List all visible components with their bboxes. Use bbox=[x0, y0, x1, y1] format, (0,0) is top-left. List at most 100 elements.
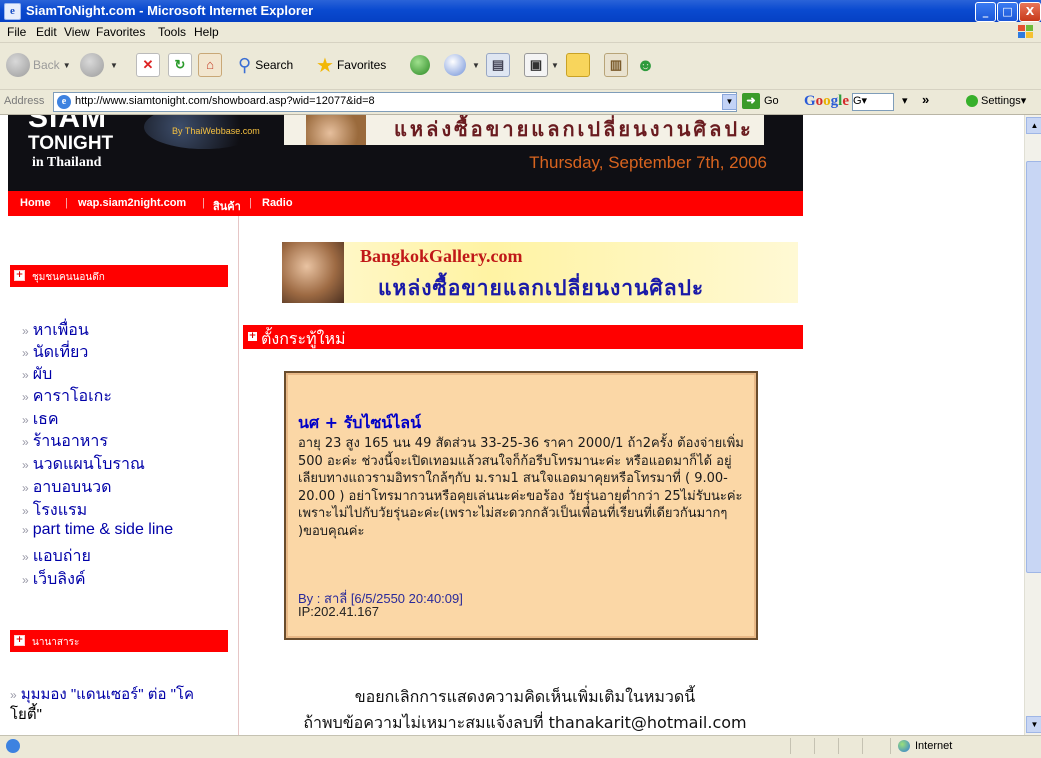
sidebar-link[interactable]: » นวดแผนโบราณ bbox=[22, 452, 145, 477]
sidebar-link-label: นัดเที่ยว bbox=[32, 344, 89, 361]
toolbar-dropdown[interactable]: ▾ bbox=[902, 94, 908, 107]
menu-file[interactable]: File bbox=[7, 25, 26, 39]
google-search-box[interactable]: G▾ bbox=[852, 93, 894, 111]
page-icon: e bbox=[57, 95, 71, 109]
sidebar-link-label: อาบอบนวด bbox=[32, 479, 112, 496]
go-label: Go bbox=[764, 95, 779, 107]
banner-text: แหล่งซื้อขายแลกเปลี่ยนงานศิลปะ bbox=[394, 117, 754, 141]
chevron-down-icon: ▼ bbox=[472, 60, 480, 70]
plus-icon: + bbox=[248, 331, 257, 341]
bullet-icon: » bbox=[22, 435, 29, 449]
security-zone: Internet bbox=[898, 740, 952, 752]
scroll-thumb[interactable] bbox=[1026, 161, 1041, 573]
sidebar-link[interactable]: » part time & side line bbox=[22, 521, 173, 539]
settings-label: Settings▾ bbox=[981, 95, 1027, 107]
print-button[interactable]: ▤ bbox=[486, 50, 510, 80]
bullet-icon: » bbox=[22, 550, 29, 564]
nav-home[interactable]: Home bbox=[20, 197, 51, 209]
post-ip: IP:202.41.167 bbox=[298, 604, 379, 619]
stop-icon: ✕ bbox=[136, 53, 160, 77]
back-label: Back bbox=[33, 58, 60, 72]
menu-edit[interactable]: Edit bbox=[36, 25, 57, 39]
nav-wap[interactable]: wap.siam2night.com bbox=[78, 197, 186, 209]
research-button[interactable]: ▥ bbox=[604, 50, 628, 80]
sidebar-link[interactable]: » อาบอบนวด bbox=[22, 475, 112, 500]
new-topic-label: ตั้งกระทู้ใหม่ bbox=[261, 329, 346, 348]
nav-radio[interactable]: Radio bbox=[262, 197, 293, 209]
search-button[interactable]: ⚲ Search bbox=[238, 50, 293, 80]
gallery-subtitle: แหล่งซื้อขายแลกเปลี่ยนงานศิลปะ bbox=[378, 276, 705, 300]
forward-button[interactable]: ▼ bbox=[80, 50, 118, 80]
sidebar-link[interactable]: » เว็บลิงค์ bbox=[22, 567, 86, 592]
toolbar-more-button[interactable]: » bbox=[922, 92, 929, 107]
bullet-icon: » bbox=[22, 458, 29, 472]
address-url: http://www.siamtonight.com/showboard.asp… bbox=[75, 95, 375, 107]
menu-view[interactable]: View bbox=[64, 25, 90, 39]
menu-tools[interactable]: Tools bbox=[158, 25, 186, 39]
sidebar-link-label: คาราโอเกะ bbox=[32, 388, 112, 405]
sidebar-link-label: part time & side line bbox=[32, 521, 174, 538]
maximize-button[interactable]: □ bbox=[997, 2, 1018, 22]
nav-products[interactable]: สินค้า bbox=[213, 197, 241, 215]
bullet-icon: » bbox=[22, 368, 29, 382]
stop-button[interactable]: ✕ bbox=[136, 50, 160, 80]
page-status-icon bbox=[6, 739, 20, 753]
status-divider bbox=[814, 738, 815, 754]
sidebar-link[interactable]: » คาราโอเกะ bbox=[22, 384, 112, 409]
bullet-icon: » bbox=[22, 324, 29, 338]
refresh-button[interactable]: ↻ bbox=[168, 50, 192, 80]
nav-separator: | bbox=[202, 197, 205, 209]
sidebar-section-articles: + นานาสาระ bbox=[10, 630, 228, 652]
site-header: SIAM TONIGHT in Thailand By ThaiWebbase.… bbox=[8, 115, 803, 191]
post-body: อายุ 23 สูง 165 นน 49 สัดส่วน 33-25-36 ร… bbox=[298, 436, 744, 539]
back-button[interactable]: Back ▼ bbox=[6, 50, 71, 80]
messenger-button[interactable]: ☻ bbox=[636, 50, 655, 80]
address-input[interactable]: e http://www.siamtonight.com/showboard.a… bbox=[53, 92, 737, 112]
sidebar: + ชุมชนคนนอนดึก » หาเพื่อน » นัดเที่ยว » ผั… bbox=[0, 216, 238, 735]
history-button[interactable] bbox=[410, 50, 433, 80]
scroll-up-icon[interactable]: ▲ bbox=[1026, 117, 1041, 134]
sidebar-link-label: นวดแผนโบราณ bbox=[32, 456, 145, 473]
home-icon: ⌂ bbox=[198, 53, 222, 77]
mail-button[interactable]: ▼ bbox=[444, 50, 480, 80]
new-topic-bar[interactable]: + ตั้งกระทู้ใหม่ bbox=[243, 325, 803, 349]
sidebar-link-label: เว็บลิงค์ bbox=[32, 571, 86, 588]
go-button[interactable]: ➜ Go bbox=[742, 93, 779, 109]
bullet-icon: » bbox=[22, 346, 29, 360]
sidebar-link-label: เธค bbox=[32, 411, 59, 428]
menu-help[interactable]: Help bbox=[194, 25, 219, 39]
gallery-banner[interactable]: BangkokGallery.com แหล่งซื้อขายแลกเปลี่ย… bbox=[282, 242, 798, 303]
book-icon: ▥ bbox=[604, 53, 628, 77]
close-button[interactable]: X bbox=[1019, 2, 1041, 22]
page-viewport: SIAM TONIGHT in Thailand By ThaiWebbase.… bbox=[0, 115, 1024, 735]
menu-favorites[interactable]: Favorites bbox=[96, 25, 145, 39]
sidebar-link[interactable]: » โรงแรม bbox=[22, 498, 87, 523]
notice-line-1: ขอยกเลิกการแสดงความคิดเห็นเพิ่มเติมในหมว… bbox=[354, 687, 696, 706]
status-divider bbox=[890, 738, 891, 754]
address-dropdown-button[interactable]: ▼ bbox=[722, 94, 737, 110]
sidebar-link[interactable]: » ร้านอาหาร bbox=[22, 429, 108, 454]
sidebar-link[interactable]: » แอบถ่าย bbox=[22, 544, 91, 569]
chevron-down-icon: ▼ bbox=[110, 60, 118, 70]
header-banner[interactable]: แหล่งซื้อขายแลกเปลี่ยนงานศิลปะ bbox=[284, 115, 764, 145]
status-divider bbox=[790, 738, 791, 754]
minimize-button[interactable]: _ bbox=[975, 2, 996, 22]
sidebar-link-label: ร้านอาหาร bbox=[32, 433, 108, 450]
settings-button[interactable]: Settings▾ bbox=[966, 94, 1026, 107]
history-icon bbox=[410, 55, 430, 75]
favorites-button[interactable]: ★ Favorites bbox=[316, 50, 386, 80]
ie-icon: e bbox=[4, 3, 21, 20]
post-title: นศ + รับไซน์ไลน์ bbox=[298, 413, 422, 432]
bullet-icon: » bbox=[22, 390, 29, 404]
edit-button[interactable]: ▣ ▼ bbox=[524, 50, 559, 80]
section-label: นานาสาระ bbox=[32, 637, 80, 648]
vertical-scrollbar[interactable]: ▲ ▼ bbox=[1024, 115, 1041, 735]
bullet-icon: » bbox=[22, 573, 29, 587]
refresh-icon: ↻ bbox=[168, 53, 192, 77]
scroll-down-icon[interactable]: ▼ bbox=[1026, 716, 1041, 733]
home-button[interactable]: ⌂ bbox=[198, 50, 222, 80]
go-arrow-icon: ➜ bbox=[742, 93, 760, 109]
folder-button[interactable] bbox=[566, 50, 590, 80]
site-nav: Home | wap.siam2night.com | สินค้า | Rad… bbox=[8, 191, 803, 216]
star-icon: ★ bbox=[316, 54, 334, 77]
